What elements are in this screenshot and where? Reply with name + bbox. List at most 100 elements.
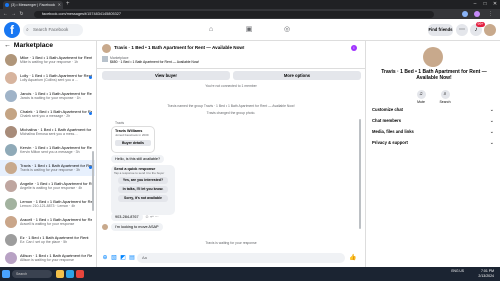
chat-avatar[interactable] (102, 44, 111, 53)
avatar (5, 126, 17, 138)
image-icon[interactable]: ▧ (110, 254, 118, 262)
message-input[interactable]: Aa (137, 253, 345, 263)
mute-button[interactable]: ♫ Mute (413, 90, 429, 104)
new-tab-icon[interactable]: + (66, 0, 70, 9)
extension-icon[interactable] (462, 11, 468, 17)
chat-members-item[interactable]: Chat members ⌄ (372, 116, 494, 126)
minimize-icon[interactable]: – (470, 0, 480, 9)
profile-icon[interactable] (474, 11, 480, 17)
chrome-icon[interactable] (76, 270, 84, 278)
conversation-item[interactable]: Lolly · 1 Bed • 1 Bath Apartment for Ren… (0, 70, 95, 86)
chat-pane: Travis · 1 Bed • 1 Bath Apartment for Re… (97, 41, 365, 267)
conversation-item[interactable]: Jancis · 1 Bed • 1 Bath Apartment for Re… (0, 88, 95, 104)
address-bar-row: ← → ↻ facebook.com/messages/t/1574834145… (0, 9, 500, 19)
conversation-item[interactable]: Lemon · 1 Bed • 1 Bath Apartment for Ren… (0, 196, 95, 212)
media-files-links-item[interactable]: Media, files and links ⌄ (372, 127, 494, 137)
conversation-name: Angelie · 1 Bed • 1 Bath Apartment for R… (20, 180, 92, 186)
system-message: Travis changed the group photo. (206, 111, 256, 115)
gif-icon[interactable]: ▤ (128, 254, 136, 262)
search-icon: ⌕ (440, 90, 450, 99)
conversation-item[interactable]: Allison · 1 Bed • 1 Bath Apartment for R… (0, 250, 95, 266)
menu-grid-icon[interactable]: ⋯ (456, 24, 468, 36)
menu-dots-icon[interactable]: ⋮ (487, 9, 494, 19)
conversation-item[interactable]: Travis · 1 Bed • 1 Bath Apartment for Re… (0, 160, 95, 176)
conversation-item[interactable]: Chalek · 1 Bed • 1 Bath Apartment for Re… (0, 106, 95, 122)
view-buyer-button[interactable]: View buyer (102, 71, 230, 80)
privacy-support-item[interactable]: Privacy & support ⌄ (372, 138, 494, 148)
language-indicator[interactable]: ENG US (451, 269, 464, 274)
chevron-down-icon: ⌄ (489, 129, 494, 135)
composer: ⊕ ▧ ◩ ▤ Aa 👍 (97, 250, 365, 267)
facebook-header: f ⌕ Search Facebook ⌂ ▣ ◎ Find friends ⋯… (0, 19, 500, 41)
back-icon[interactable]: ← (2, 9, 9, 19)
conversation-name: Mike · 1 Bed • 1 Bath Apartment for Rent (20, 54, 92, 60)
buyer-details-button[interactable]: Buyer details (115, 139, 151, 146)
taskbar-search[interactable]: Search (12, 270, 52, 278)
conversation-item[interactable]: Angelie · 1 Bed • 1 Bath Apartment for R… (0, 178, 95, 194)
close-tab-icon[interactable]: ✕ (58, 1, 61, 9)
avatar (5, 72, 17, 84)
plus-circle-icon[interactable]: ⊕ (101, 254, 109, 262)
conversation-item[interactable]: Kervin · 1 Bed • 1 Bath Apartment for Re… (0, 142, 95, 158)
browser-tab[interactable]: (3) • Messenger | Facebook ✕ (3, 1, 63, 9)
tab-title: (3) • Messenger | Facebook (11, 3, 56, 7)
message-bubble: 903-284-8767 (111, 213, 143, 221)
listing-title[interactable]: $650 · 1 Bed • 1 Bath Apartment for Rent… (110, 60, 199, 64)
taskbar-search-label: Search (16, 272, 28, 276)
conversation-snippet: Kervin Milton sent you a message · 3h (20, 150, 80, 154)
customize-chat-item[interactable]: Customize chat ⌄ (372, 105, 494, 115)
back-arrow-icon[interactable]: ← (4, 42, 11, 49)
quick-response-button[interactable]: Yes, are you interested? (118, 177, 168, 184)
sidebar-title: Marketplace (13, 42, 54, 49)
conversation-item[interactable]: Mike · 1 Bed • 1 Bath Apartment for Rent… (0, 52, 95, 68)
marketplace-header: ← Marketplace (4, 41, 53, 51)
clock[interactable]: 7:01 PM 2/13/2024 (478, 269, 494, 279)
file-explorer-icon[interactable] (56, 270, 64, 278)
home-icon[interactable]: ⌂ (204, 23, 218, 37)
message-bubble: I'm looking to move ASAP (111, 223, 163, 231)
conversation-snippet: Ez: Can I set up the place · 5h (20, 240, 68, 244)
facebook-logo-icon[interactable]: f (4, 22, 20, 38)
quick-response-card: Send a quick response Tap a response to … (111, 165, 175, 215)
search-conversation-button[interactable]: ⌕ Search (437, 90, 453, 104)
reload-icon[interactable]: ↻ (18, 9, 25, 19)
notification-badge: 99+ (476, 22, 485, 27)
edge-icon[interactable] (66, 270, 74, 278)
item-label: Privacy & support (372, 140, 408, 145)
conversation-snippet: Mike is waiting for your response · 1h (20, 60, 78, 64)
quick-response-button[interactable]: In talks, I'll let you know. (118, 186, 168, 193)
close-window-icon[interactable]: ✕ (490, 0, 500, 9)
like-icon[interactable]: 👍 (349, 254, 357, 262)
avatar (5, 234, 17, 246)
sidebar-scrollbar[interactable] (92, 151, 94, 211)
conversation-item[interactable]: Michalina · 1 Bed • 1 Bath Apartment for… (0, 124, 95, 140)
conversation-item[interactable]: Ez · 1 Bed • 1 Bath Apartment for Rent Ez… (0, 232, 95, 248)
find-friends-button[interactable]: Find friends (428, 24, 453, 36)
marketplace-icon[interactable]: ▣ (242, 23, 256, 37)
search-input[interactable]: ⌕ Search Facebook (23, 24, 83, 36)
more-options-button[interactable]: More options (233, 71, 361, 80)
forward-icon[interactable]: → (10, 9, 17, 19)
listing-thumbnail[interactable] (102, 56, 108, 62)
quick-response-button[interactable]: Sorry, it's not available (118, 195, 168, 202)
chat-scrollbar[interactable] (359, 119, 361, 229)
conversation-snippet: Michalina Ermosa sent you a mess… (20, 132, 78, 136)
avatar (5, 144, 17, 156)
conversation-name: Lolly · 1 Bed • 1 Bath Apartment for Ren… (20, 72, 92, 78)
chat-title[interactable]: Travis · 1 Bed • 1 Bath Apartment for Re… (114, 45, 245, 50)
conversation-name: Ez · 1 Bed • 1 Bath Apartment for Rent (20, 234, 89, 240)
start-icon[interactable] (2, 270, 10, 278)
maximize-icon[interactable]: □ (480, 0, 490, 9)
chevron-down-icon: ⌄ (489, 118, 494, 124)
info-icon[interactable]: i (351, 45, 357, 51)
url-field[interactable]: facebook.com/messages/t/1574834145805327 (34, 10, 434, 18)
groups-icon[interactable]: ◎ (280, 23, 294, 37)
message-actions-icon[interactable]: ☺ ↩ ⋯ (145, 214, 159, 219)
sticker-icon[interactable]: ◩ (119, 254, 127, 262)
search-placeholder: Search Facebook (33, 27, 69, 32)
mute-label: Mute (417, 100, 425, 104)
system-message: You're not connected to 1 member (205, 84, 257, 88)
facebook-favicon-icon (5, 3, 9, 7)
conversation-item[interactable]: Aracell · 1 Bed • 1 Bath Apartment for R… (0, 214, 95, 230)
avatar[interactable] (484, 24, 496, 36)
